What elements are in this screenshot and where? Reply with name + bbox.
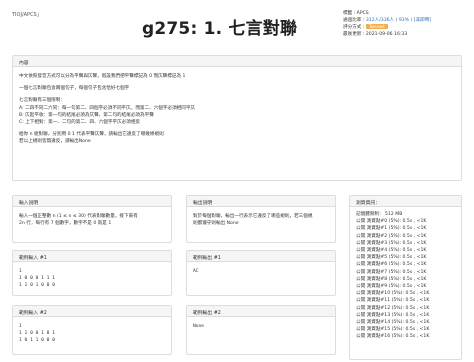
testcase-row: 公開 測資點#4 (5%): 0.5s , <1K [356,248,427,254]
meta-date-label: 最後更新 : [343,32,365,37]
testcase-row: 公開 測資點#12 (5%): 0.5s , <1K [356,305,430,311]
sample-line: 1 1 0 1 0 0 0 [19,283,55,289]
testcase-row: 公開 測資點#10 (5%): 0.5s , <1K [356,291,430,297]
sample-line: AC [193,269,199,274]
meta-eval-row: 評分方式 : Tolerant [343,24,431,31]
output-desc-header: 輸出說明 [187,196,335,207]
test-info-header: 測資資訊： [350,196,461,207]
output-desc-body: 對於每個對聯，輸出一行表示它違反了哪些規則，若三個規 則都遵守則輸出 None [187,207,335,233]
sample-output-2-panel: 範例輸出 #2 None [186,305,336,355]
breadcrumb[interactable]: TIOJ/APCS」 [12,11,42,18]
input-desc-line: 2n 行，每行有 7 個數字，數字不是 0 就是 1 [19,221,112,227]
input-desc-panel: 輸入說明 輸入一個正整數 n (1 ≤ n ≤ 30) 代表對聯數量，接下來有 … [12,195,172,243]
testcase-row: 公開 測資點#14 (5%): 0.5s , <1K [356,320,430,326]
eval-badge: Tolerant [365,24,388,29]
output-desc-panel: 輸出說明 對於每個對聯，輸出一行表示它違反了哪些規則，若三個規 則都遵守則輸出 … [186,195,336,243]
content-line: 中文依照發音方式可以分為平聲與仄聲，假設我們把平聲標記為 0 而仄聲標記為 1 [19,74,186,79]
memory-limit: 記憶體限制： 512 MB [356,212,403,217]
testcase-row: 公開 測資點#11 (5%): 0.5s , <1K [356,298,430,304]
sample-line: 1 0 1 1 0 0 0 [19,338,55,344]
meta-date-value: 2021-09-06 16:33 [365,32,408,37]
sample-output-2-body[interactable]: None [187,317,335,336]
testcase-row: 公開 測資點#1 (5%): 0.5s , <1K [356,226,427,232]
content-line: 七言對聯有三個限制： [19,98,65,104]
sample-line: 1 [19,324,22,329]
testcase-row: 公開 測資點#5 (5%): 0.5s , <1K [356,255,427,261]
input-desc-header: 輸入說明 [13,196,171,207]
meta-pass-row: 通過比率 : 312人/336人 ( 93% ) [非即時] [343,17,431,24]
meta-eval-label: 評分方式 : [343,25,365,30]
testcase-row: 公開 測資點#6 (5%): 0.5s , <1K [356,262,427,268]
testcase-row: 公開 測資點#7 (5%): 0.5s , <1K [356,269,427,275]
sample-output-1-body[interactable]: AC [187,262,335,281]
test-info-panel: 測資資訊： 記憶體限制： 512 MB 公開 測資點#0 (5%): 0.5s … [349,195,462,360]
sample-output-2-header: 範例輸出 #2 [187,306,335,317]
sample-input-1-body[interactable]: 1 1 0 0 0 1 1 1 1 1 0 1 0 0 0 [13,262,171,296]
meta-tag-row: 標籤 : APCS [343,10,431,17]
output-desc-line: 則都遵守則輸出 None [193,221,239,227]
meta-tag-label: 標籤 : [343,11,356,16]
sample-output-1-header: 範例輸出 #1 [187,251,335,262]
testcase-row: 公開 測資點#9 (5%): 0.5s , <1K [356,284,427,290]
sample-input-2-panel: 範例輸入 #2 1 1 1 0 0 1 0 1 1 0 1 1 0 0 0 [12,305,172,355]
sample-line: 1 [19,269,22,274]
sample-input-1-panel: 範例輸入 #1 1 1 0 0 0 1 1 1 1 1 0 1 0 0 0 [12,250,172,296]
testcase-row: 公開 測資點#0 (5%): 0.5s , <1K [356,219,427,225]
content-panel: 內容 中文依照發音方式可以分為平聲與仄聲，假設我們把平聲標記為 0 而仄聲標記為… [12,55,462,181]
meta-date-row: 最後更新 : 2021-09-06 16:33 [343,31,431,38]
meta-tag-value[interactable]: APCS [357,11,369,16]
testcase-row: 公開 測資點#13 (5%): 0.5s , <1K [356,312,430,318]
test-info-body: 記憶體限制： 512 MB 公開 測資點#0 (5%): 0.5s , <1K … [350,207,461,347]
sample-input-2-body[interactable]: 1 1 1 0 0 1 0 1 1 0 1 1 0 0 0 [13,317,171,351]
meta-pass-value[interactable]: 312人/336人 ( 93% ) [非即時] [366,18,431,23]
testcase-row: 公開 測資點#16 (5%): 0.5s , <1K [356,334,430,340]
content-line: 一個七言對聯包含兩個句子，每個句子包含恰好七個字 [19,86,130,92]
testcase-row: 公開 測資點#15 (5%): 0.5s , <1K [356,327,430,333]
input-desc-line: 輸入一個正整數 n (1 ≤ n ≤ 30) 代表對聯數量，接下來有 [19,214,138,219]
testcase-row: 公開 測資點#3 (5%): 0.5s , <1K [356,240,427,246]
content-line: A: 二四不同二六同：每一句第二、四個字必須不同平仄，而第二、六個字必須相同平仄 [19,105,196,111]
testcase-row: 公開 測資點#8 (5%): 0.5s , <1K [356,276,427,282]
input-desc-body: 輸入一個正整數 n (1 ≤ n ≤ 30) 代表對聯數量，接下來有 2n 行，… [13,207,171,233]
content-header: 內容 [13,56,461,67]
sample-input-2-header: 範例輸入 #2 [13,306,171,317]
content-line: 給你 n 組對聯，分別用 0 1 代表平聲仄聲，請輸出它違反了哪幾條規則 [19,132,164,138]
sample-input-1-header: 範例輸入 #1 [13,251,171,262]
sample-line: 1 0 0 0 1 1 1 [19,276,55,282]
meta-pass-label: 通過比率 : [343,18,365,23]
page-title: g275: 1. 七言對聯 [142,19,298,39]
output-desc-line: 對於每個對聯，輸出一行表示它違反了哪些規則，若三個規 [193,214,313,219]
sample-line: 1 1 0 0 1 0 1 [19,331,55,337]
content-line: B: 仄起平收：第一句的結尾必須為仄聲，第二句的結尾必須為平聲 [19,112,154,118]
sample-line: None [193,324,205,329]
content-line: 若以上規則皆無違反，請輸出None [19,139,91,145]
content-line: C: 上下相對：第一、二句的第二、四、六個字平仄必須相反 [19,120,141,126]
sample-output-1-panel: 範例輸出 #1 AC [186,250,336,296]
problem-meta: 標籤 : APCS 通過比率 : 312人/336人 ( 93% ) [非即時]… [343,10,431,38]
testcase-row: 公開 測資點#2 (5%): 0.5s , <1K [356,233,427,239]
content-body: 中文依照發音方式可以分為平聲與仄聲，假設我們把平聲標記為 0 而仄聲標記為 1 … [13,67,461,152]
